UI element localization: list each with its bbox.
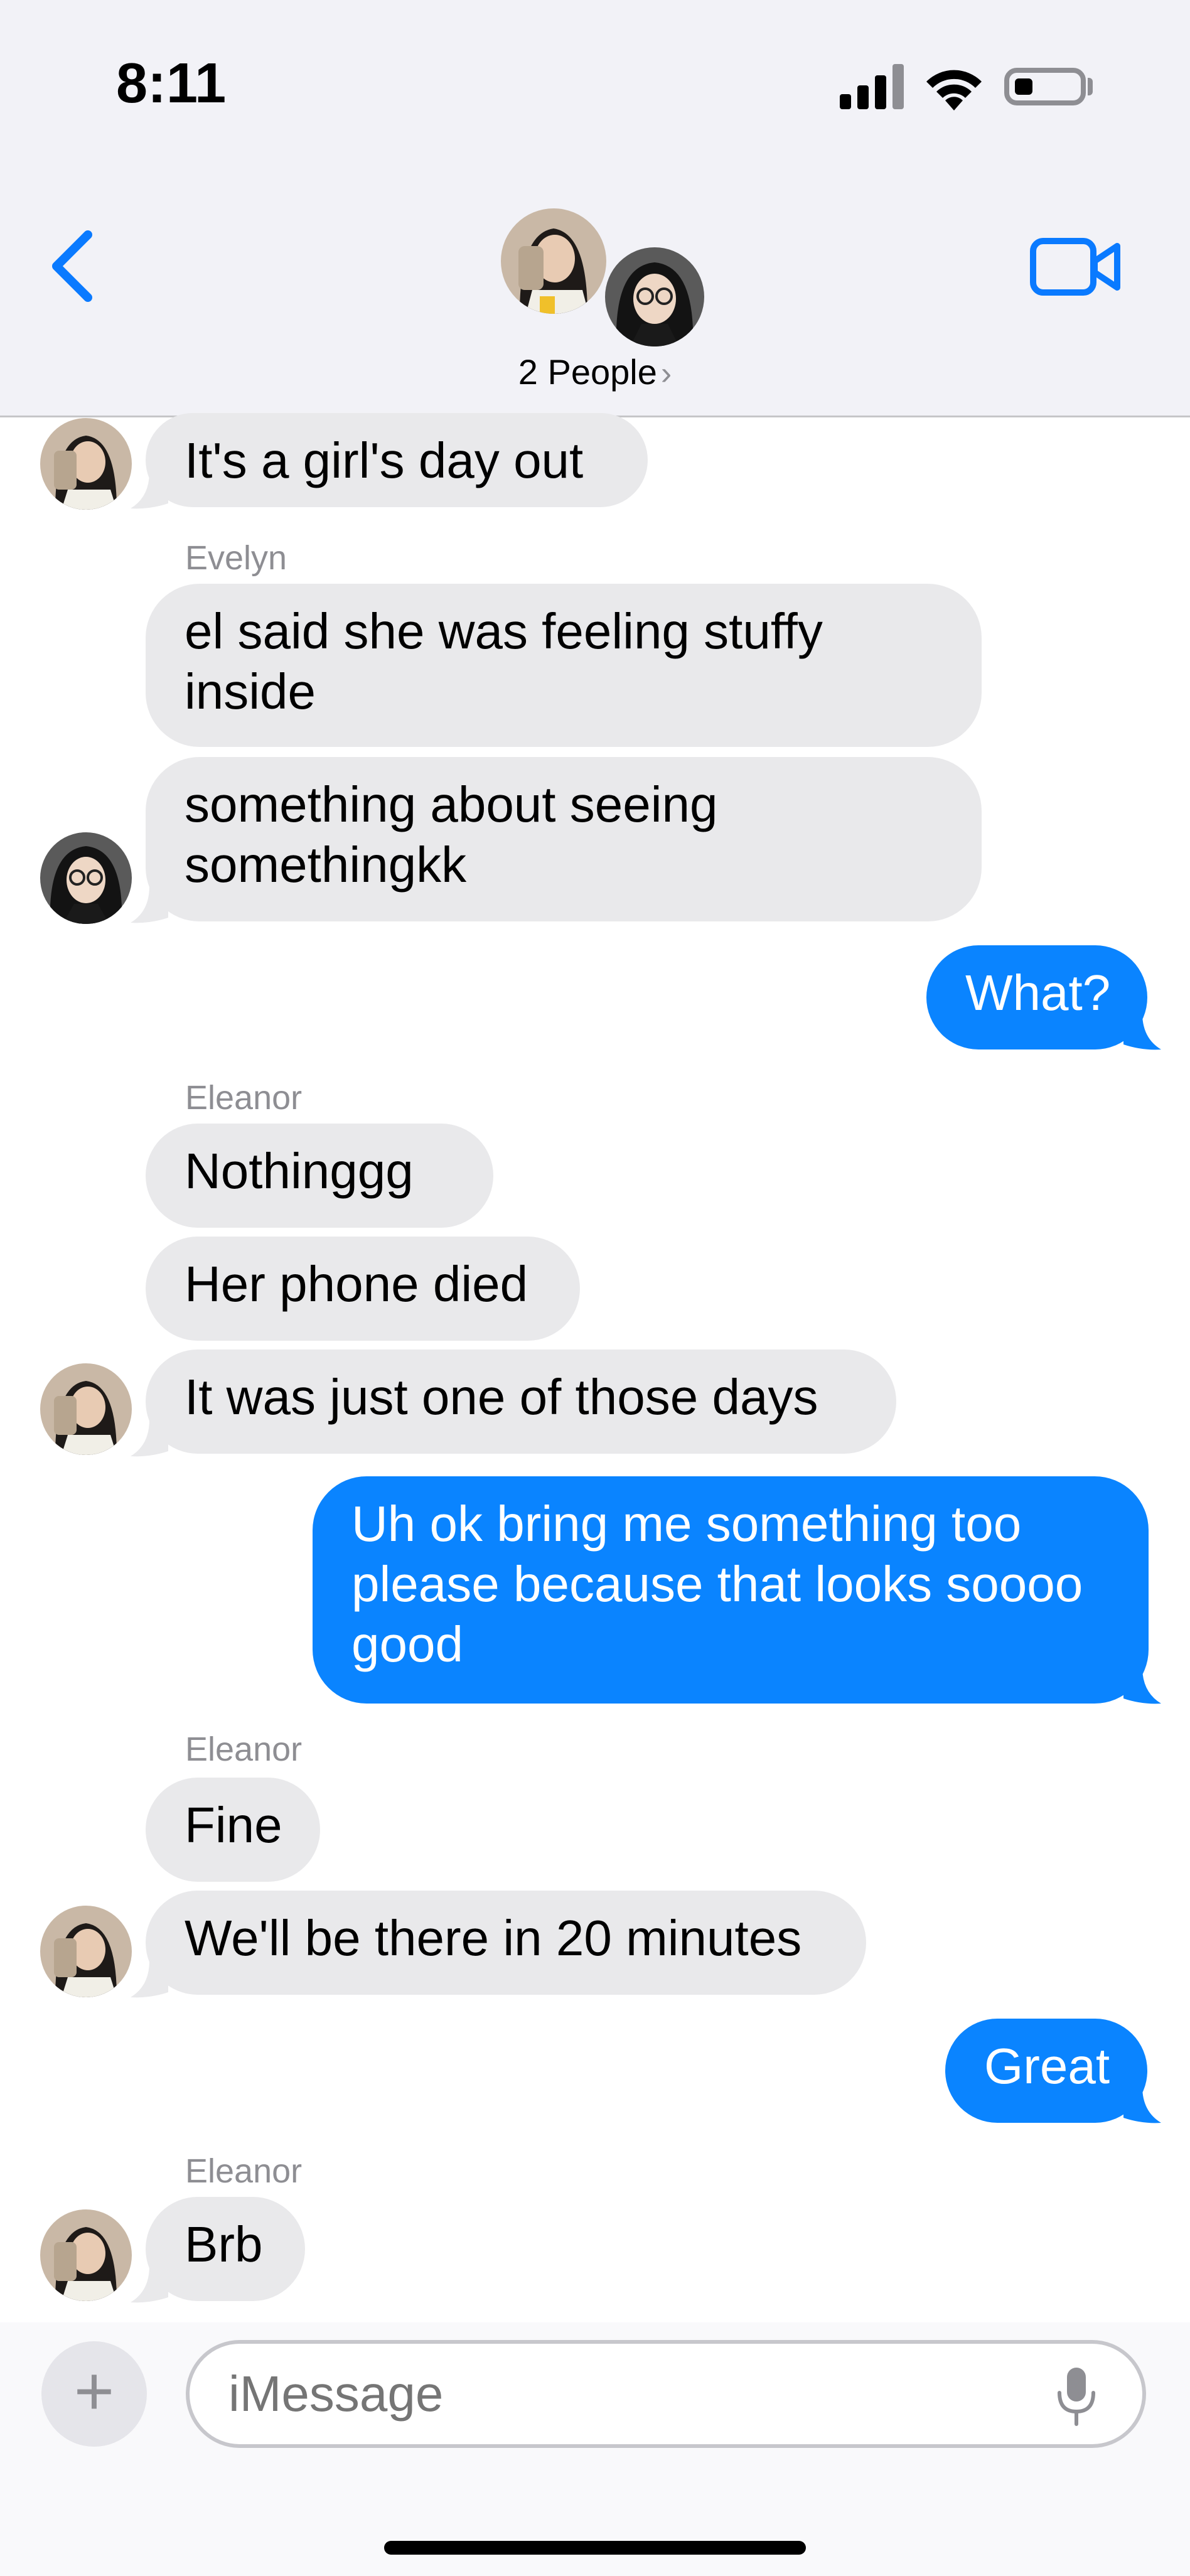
message-bubble-incoming[interactable]: Brb <box>146 2197 305 2301</box>
microphone-icon[interactable] <box>1054 2365 1098 2428</box>
cellular-signal-icon <box>840 64 904 109</box>
chevron-left-icon[interactable] <box>44 228 100 304</box>
avatar-eleanor[interactable] <box>40 1906 132 1997</box>
message-bubble-incoming[interactable]: It was just one of those days <box>146 1350 896 1454</box>
bubble-tail <box>131 886 168 923</box>
message-bubble-outgoing[interactable]: What? <box>926 945 1147 1049</box>
message-bubble-incoming[interactable]: It's a girl's day out <box>146 413 648 507</box>
video-camera-icon[interactable] <box>1029 232 1123 301</box>
bubble-tail <box>1123 2086 1161 2123</box>
plus-button[interactable]: + <box>41 2341 147 2447</box>
bubble-tail <box>131 1961 168 1998</box>
message-bubble-incoming[interactable]: Fine <box>146 1778 320 1882</box>
battery-tip <box>1088 78 1093 95</box>
home-indicator <box>384 2541 806 2555</box>
conversation-header: 2 People › <box>0 151 1190 417</box>
message-bubble-incoming[interactable]: We'll be there in 20 minutes <box>146 1891 866 1995</box>
bubble-tail <box>131 1420 168 1457</box>
bubble-tail <box>131 2266 168 2303</box>
message-bubble-incoming[interactable]: el said she was feeling stuffy inside <box>146 584 982 747</box>
group-info-link[interactable]: 2 People › <box>0 352 1190 392</box>
avatar-eleanor[interactable] <box>40 2209 132 2301</box>
message-bubble-outgoing[interactable]: Great <box>945 2019 1147 2123</box>
status-time: 8:11 <box>116 52 227 115</box>
battery-low-icon <box>1004 68 1086 105</box>
message-bubble-incoming[interactable]: Her phone died <box>146 1237 580 1341</box>
group-label: 2 People <box>518 352 657 392</box>
compose-bar: + <box>0 2322 1190 2576</box>
status-bar: 8:11 <box>0 0 1190 151</box>
message-bubble-incoming[interactable]: Nothinggg <box>146 1124 493 1228</box>
chevron-right-icon: › <box>660 355 672 392</box>
avatar-eleanor-header[interactable] <box>497 205 610 318</box>
sender-name: Eleanor <box>185 2152 303 2190</box>
avatar-eleanor[interactable] <box>40 1363 132 1455</box>
message-bubble-outgoing[interactable]: Uh ok bring me something too please beca… <box>313 1476 1149 1704</box>
bubble-tail <box>1123 1013 1161 1050</box>
bubble-tail <box>131 472 168 509</box>
message-input[interactable] <box>186 2340 1146 2448</box>
sender-name: Eleanor <box>185 1079 303 1117</box>
avatar-evelyn-header[interactable] <box>601 244 708 350</box>
message-bubble-incoming[interactable]: something about seeing somethingkk <box>146 757 982 921</box>
avatar-eleanor[interactable] <box>40 418 132 510</box>
sender-name: Evelyn <box>185 539 287 577</box>
bubble-tail <box>1123 1667 1161 1704</box>
wifi-icon <box>926 70 982 110</box>
sender-name: Eleanor <box>185 1731 303 1768</box>
avatar-evelyn[interactable] <box>40 832 132 924</box>
